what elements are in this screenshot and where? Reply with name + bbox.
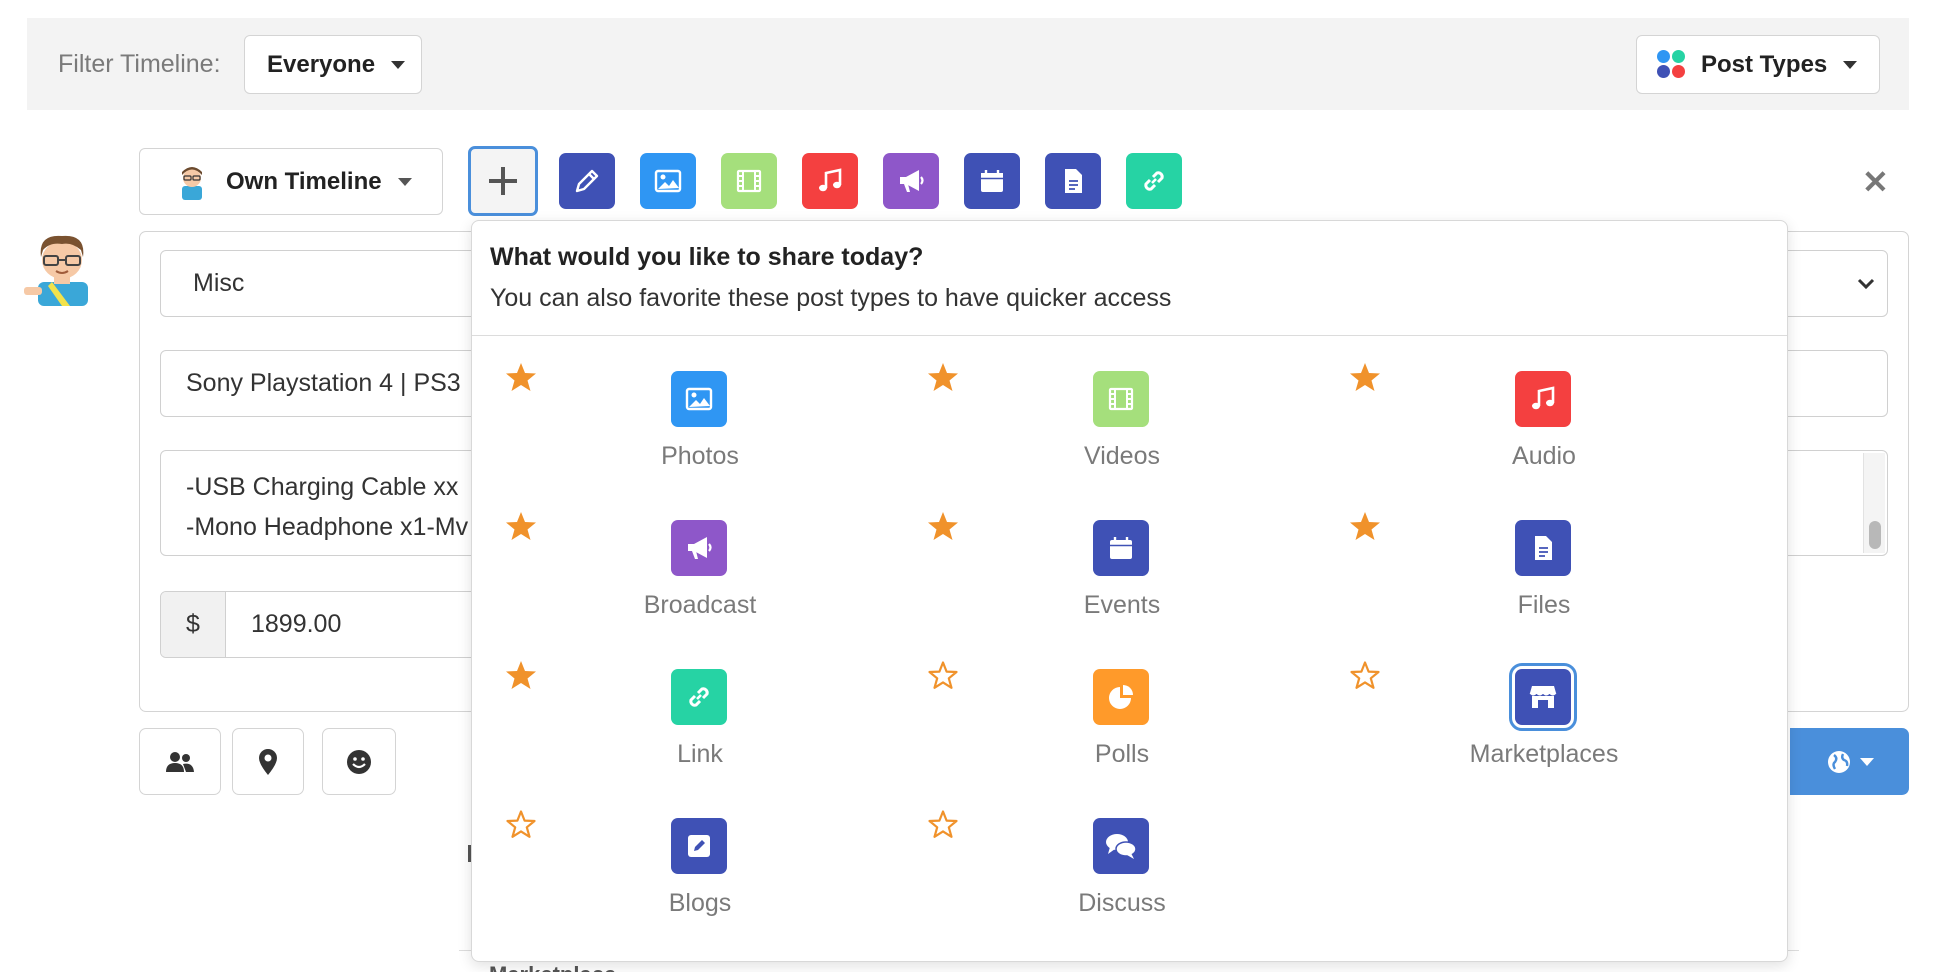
caret-down-icon [397, 177, 412, 186]
caret-down-icon [1843, 60, 1858, 69]
music-icon [1515, 371, 1571, 427]
post-type-label: Videos [1084, 442, 1160, 470]
map-pin-icon [259, 748, 277, 775]
colored-dots-icon [1657, 49, 1687, 80]
star-filled-icon[interactable] [505, 659, 537, 691]
popup-header: What would you like to share today? You … [472, 221, 1787, 336]
post-type-events[interactable]: Events [992, 520, 1252, 650]
toolbar-link-button[interactable] [1126, 153, 1182, 209]
post-type-videos[interactable]: Videos [992, 371, 1252, 501]
post-type-broadcast[interactable]: Broadcast [570, 520, 830, 650]
post-type-label: Broadcast [643, 591, 757, 619]
smiley-icon [347, 749, 371, 774]
store-icon [1509, 663, 1577, 731]
calendar-icon [981, 170, 1003, 192]
edit-icon [671, 818, 727, 874]
toolbar-events-button[interactable] [964, 153, 1020, 209]
filter-label: Filter Timeline: [58, 50, 221, 78]
post-type-label: Files [1517, 591, 1571, 619]
post-type-label: Blogs [668, 889, 732, 917]
scrollbar-thumb[interactable] [1869, 521, 1881, 549]
post-type-files[interactable]: Files [1414, 520, 1674, 650]
section-heading: Marketplace [489, 962, 616, 972]
caret-down-icon [391, 60, 406, 69]
star-outline-icon[interactable] [927, 659, 959, 691]
chat-icon [1093, 818, 1149, 874]
toolbar-status-button[interactable] [559, 153, 615, 209]
timeline-selector-label: Own Timeline [226, 167, 382, 195]
timeline-selector[interactable]: Own Timeline [139, 148, 443, 215]
listing-title-value: Sony Playstation 4 | PS3 [186, 369, 461, 397]
megaphone-icon [671, 520, 727, 576]
star-filled-icon[interactable] [505, 361, 537, 393]
post-type-photos[interactable]: Photos [570, 371, 830, 501]
post-type-label: Link [677, 740, 723, 768]
post-type-polls[interactable]: Polls [992, 669, 1252, 799]
avatar-icon [182, 166, 202, 200]
popup-subtitle: You can also favorite these post types t… [490, 284, 1172, 312]
location-button[interactable] [232, 728, 304, 795]
toolbar-videos-button[interactable] [721, 153, 777, 209]
file-icon [1065, 169, 1082, 193]
tag-people-button[interactable] [139, 728, 221, 795]
toolbar-photos-button[interactable] [640, 153, 696, 209]
chevron-down-icon [1857, 278, 1875, 290]
category-select-value: Misc [193, 269, 245, 297]
star-filled-icon[interactable] [505, 510, 537, 542]
file-icon [1515, 520, 1571, 576]
film-icon [1093, 371, 1149, 427]
price-input[interactable]: 1899.00 [226, 592, 341, 657]
audience-dropdown[interactable]: Everyone [244, 35, 422, 94]
megaphone-icon [900, 170, 924, 192]
star-outline-icon[interactable] [927, 808, 959, 840]
privacy-dropdown[interactable] [1790, 728, 1909, 795]
toolbar-broadcast-button[interactable] [883, 153, 939, 209]
post-type-link[interactable]: Link [570, 669, 830, 799]
plus-icon [489, 167, 517, 195]
star-outline-icon[interactable] [505, 808, 537, 840]
user-avatar [24, 235, 88, 306]
link-icon [1144, 171, 1164, 191]
pencil-icon [575, 169, 599, 193]
people-icon [166, 751, 194, 772]
pie-chart-icon [1093, 669, 1149, 725]
more-post-types-button[interactable] [468, 146, 538, 216]
post-type-label: Marketplaces [1469, 740, 1619, 768]
post-type-label: Polls [1094, 740, 1150, 768]
currency-addon: $ [161, 592, 226, 657]
post-type-discuss[interactable]: Discuss [992, 818, 1252, 948]
star-filled-icon[interactable] [1349, 510, 1381, 542]
caret-down-icon [1859, 757, 1874, 766]
image-icon [671, 371, 727, 427]
scrollbar[interactable] [1863, 453, 1885, 553]
star-filled-icon[interactable] [927, 510, 959, 542]
post-type-label: Discuss [1078, 889, 1166, 917]
audience-dropdown-label: Everyone [267, 50, 376, 78]
star-filled-icon[interactable] [927, 361, 959, 393]
toolbar-files-button[interactable] [1045, 153, 1101, 209]
film-icon [736, 169, 762, 193]
globe-icon [1827, 750, 1850, 773]
post-types-popup: What would you like to share today? You … [471, 220, 1788, 962]
post-type-blogs[interactable]: Blogs [570, 818, 830, 948]
toolbar-audio-button[interactable] [802, 153, 858, 209]
close-icon[interactable]: ✕ [1862, 163, 1889, 201]
star-outline-icon[interactable] [1349, 659, 1381, 691]
music-icon [819, 168, 842, 192]
post-type-audio[interactable]: Audio [1414, 371, 1674, 501]
image-icon [654, 169, 682, 193]
emoji-button[interactable] [322, 728, 396, 795]
post-types-label: Post Types [1701, 50, 1828, 78]
calendar-icon [1093, 520, 1149, 576]
post-type-marketplaces[interactable]: Marketplaces [1414, 663, 1674, 799]
star-filled-icon[interactable] [1349, 361, 1381, 393]
post-type-label: Events [1083, 591, 1161, 619]
post-types-dropdown[interactable]: Post Types [1636, 35, 1880, 94]
popup-title: What would you like to share today? [490, 243, 924, 271]
link-icon [671, 669, 727, 725]
post-type-label: Photos [661, 442, 739, 470]
post-type-label: Audio [1512, 442, 1576, 470]
